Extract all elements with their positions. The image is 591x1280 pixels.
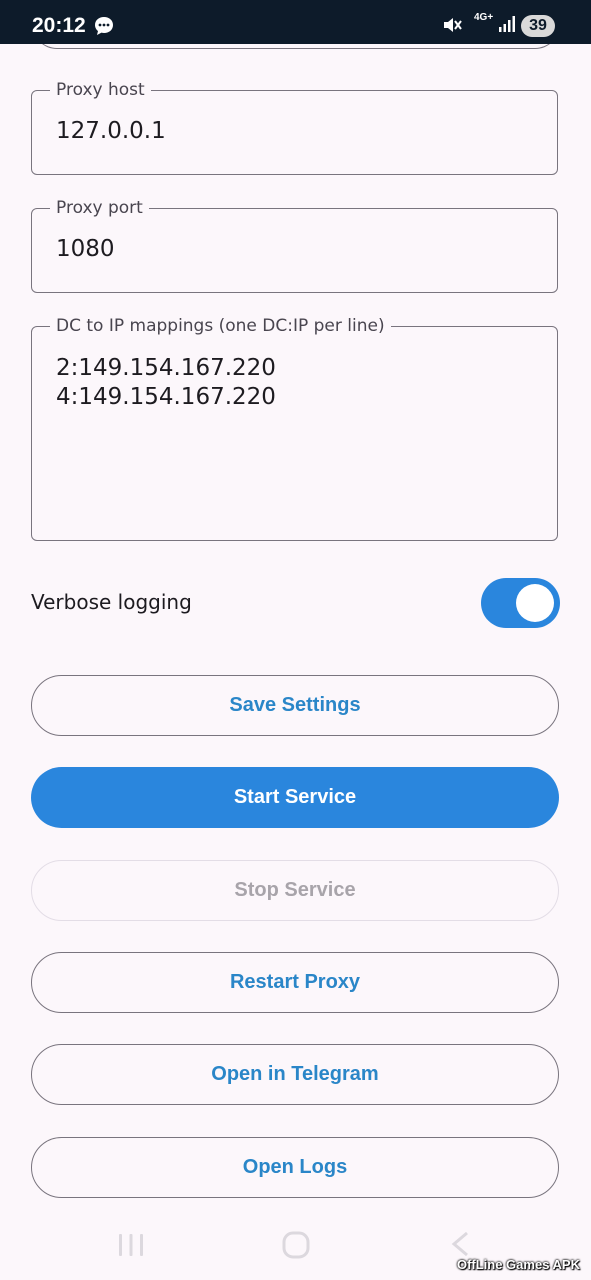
proxy-port-label: Proxy port (50, 197, 149, 219)
battery-icon: 39 (521, 15, 555, 37)
network-type-label: 4G+ (474, 12, 494, 23)
dc-mappings-textarea[interactable]: 2:149.154.167.220 4:149.154.167.220 (56, 354, 276, 412)
save-settings-button[interactable]: Save Settings (31, 675, 559, 736)
start-service-button[interactable]: Start Service (31, 767, 559, 828)
toggle-thumb (516, 584, 554, 622)
verbose-logging-label: Verbose logging (31, 590, 192, 614)
proxy-host-input[interactable]: 127.0.0.1 (56, 117, 166, 146)
signal-icon (498, 16, 516, 36)
proxy-port-field[interactable]: Proxy port 1080 (31, 197, 558, 293)
status-bar: 20:12 4G+ 39 (0, 0, 591, 44)
proxy-host-label: Proxy host (50, 79, 151, 101)
proxy-port-input[interactable]: 1080 (56, 235, 115, 264)
recent-apps-icon[interactable] (118, 1233, 144, 1261)
dc-mappings-label: DC to IP mappings (one DC:IP per line) (50, 315, 391, 337)
stop-service-button: Stop Service (31, 860, 559, 921)
home-icon[interactable] (282, 1231, 310, 1263)
dc-mappings-field[interactable]: DC to IP mappings (one DC:IP per line) 2… (31, 315, 558, 541)
open-in-telegram-button[interactable]: Open in Telegram (31, 1044, 559, 1105)
watermark-text: OffLine Games APK (456, 1257, 580, 1272)
proxy-host-field[interactable]: Proxy host 127.0.0.1 (31, 79, 558, 175)
mute-icon (442, 16, 462, 38)
status-time: 20:12 (32, 14, 86, 37)
verbose-logging-toggle[interactable] (481, 578, 560, 628)
open-logs-button[interactable]: Open Logs (31, 1137, 559, 1198)
chat-bubble-icon (94, 16, 114, 40)
restart-proxy-button[interactable]: Restart Proxy (31, 952, 559, 1013)
